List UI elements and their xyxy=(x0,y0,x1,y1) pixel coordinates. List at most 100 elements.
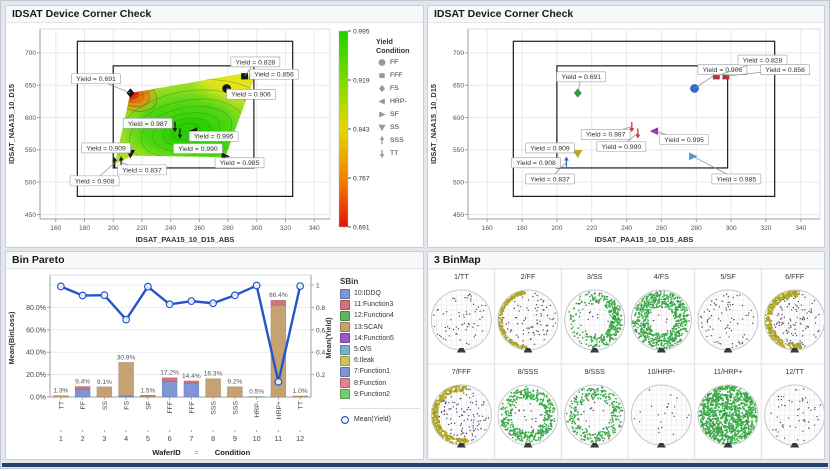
svg-text:1.0%: 1.0% xyxy=(293,388,308,395)
scatter-plot[interactable]: 1601802002202402602803003203404505005506… xyxy=(428,23,824,245)
svg-text:Yield = 0.691: Yield = 0.691 xyxy=(561,74,601,81)
svg-text:9.2%: 9.2% xyxy=(227,379,242,386)
legend-item-SSS[interactable]: SSS xyxy=(376,134,422,146)
sbin-item-6:Ileak[interactable]: 6:Ileak xyxy=(340,355,420,366)
svg-text:280: 280 xyxy=(223,225,234,232)
svg-text:160: 160 xyxy=(50,225,61,232)
svg-text:HRP-: HRP- xyxy=(254,401,261,418)
svg-text:Yield = 0.908: Yield = 0.908 xyxy=(75,178,115,185)
sbin-item-9:Function2[interactable]: 9:Function2 xyxy=(340,389,420,400)
svg-text:Yield = 0.828: Yield = 0.828 xyxy=(743,57,783,64)
svg-text:8: 8 xyxy=(211,434,215,443)
svg-text:FFF: FFF xyxy=(167,401,174,413)
sbin-item-12:Function4[interactable]: 12:Function4 xyxy=(340,310,420,321)
arrow-up-icon xyxy=(376,135,390,146)
svg-text:Yield = 0.995: Yield = 0.995 xyxy=(194,134,234,141)
circle-icon xyxy=(376,57,390,68)
sbin-item-8:Function[interactable]: 8:Function xyxy=(340,378,420,389)
panel-corner-scatter: IDSAT Device Corner Check 16018020022024… xyxy=(427,5,825,248)
svg-text:=: = xyxy=(194,450,198,457)
svg-text:SF: SF xyxy=(145,401,152,410)
legend-item-SF[interactable]: SF xyxy=(376,108,422,120)
diamond-icon xyxy=(376,83,390,94)
sbin-swatch xyxy=(340,322,350,332)
wafer-binmap-grid[interactable]: 1/TT2/FF3/SS4/FS5/SF6/FFF7/FFF8/SSS9/SSS… xyxy=(428,269,824,459)
svg-text:240: 240 xyxy=(621,225,632,232)
arrow-down-icon xyxy=(376,148,390,159)
svg-text:7: 7 xyxy=(189,434,193,443)
contour-plot[interactable]: 1601802002202402602803003203404505005506… xyxy=(6,23,336,245)
legend-title-2: Condition xyxy=(376,46,422,55)
svg-text:0.5%: 0.5% xyxy=(249,388,264,395)
sbin-item-5:O/S[interactable]: 5:O/S xyxy=(340,344,420,355)
svg-text:550: 550 xyxy=(453,147,464,154)
svg-text:IDSAT_PAA15_10_D15_ABS: IDSAT_PAA15_10_D15_ABS xyxy=(595,235,694,244)
svg-text:220: 220 xyxy=(586,225,597,232)
svg-text:2: 2 xyxy=(81,434,85,443)
legend-item-FS[interactable]: FS xyxy=(376,82,422,94)
svg-text:260: 260 xyxy=(656,225,667,232)
panel-title: Bin Pareto xyxy=(6,252,423,269)
legend-item-label: FS xyxy=(390,85,399,92)
sbin-item-13:SCAN[interactable]: 13:SCAN xyxy=(340,322,420,333)
sbin-item-10:IDDQ[interactable]: 10:IDDQ xyxy=(340,288,420,299)
svg-text:FS: FS xyxy=(124,401,131,410)
svg-text:IDSAT_NAA15_10_D15: IDSAT_NAA15_10_D15 xyxy=(7,84,16,164)
svg-text:17.2%: 17.2% xyxy=(160,370,179,377)
sbin-item-label: 10:IDDQ xyxy=(354,290,381,297)
x-axis-labels: TTFFSSFSSFFFFFFFSSSSSSHRP-HRP+TT12345678… xyxy=(58,397,304,443)
mean-yield-legend[interactable]: Mean(Yield) xyxy=(340,408,420,426)
legend-item-FFF[interactable]: FFF xyxy=(376,69,422,81)
yield-condition-legend: Yield Condition FFFFFFSHRP-SFSSSSSTT xyxy=(376,23,422,247)
legend-item-SS[interactable]: SS xyxy=(376,121,422,133)
wafer-8/SSS: 8/SSS xyxy=(495,364,562,459)
panel-bin-pareto: Bin Pareto 0.0%20.0%40.0%60.0%80.0%0.20.… xyxy=(5,251,424,460)
svg-text:Yield = 0.691: Yield = 0.691 xyxy=(76,76,116,83)
svg-text:Mean(Yield): Mean(Yield) xyxy=(324,317,333,359)
svg-text:450: 450 xyxy=(453,212,464,219)
panel-binmap: 3 BinMap 1/TT2/FF3/SS4/FS5/SF6/FFF7/FFF8… xyxy=(427,251,825,460)
wafer-10/HRP-: 10/HRP- xyxy=(628,364,695,459)
sbin-swatch xyxy=(340,289,350,299)
svg-text:Condition: Condition xyxy=(215,448,251,457)
svg-text:Yield = 0.985: Yield = 0.985 xyxy=(717,176,757,183)
svg-text:5/SF: 5/SF xyxy=(720,272,736,281)
svg-text:Yield = 0.987: Yield = 0.987 xyxy=(128,121,168,128)
svg-text:IDSAT_PAA15_10_D15_ABS: IDSAT_PAA15_10_D15_ABS xyxy=(136,235,235,244)
sbin-swatch xyxy=(340,311,350,321)
sbin-item-14:Function5[interactable]: 14:Function5 xyxy=(340,333,420,344)
window-bottom-bar xyxy=(2,463,828,467)
mean-yield-label: Mean(Yield) xyxy=(354,416,391,423)
wafer-5/SF: 5/SF xyxy=(695,269,762,364)
sbin-swatch xyxy=(340,356,350,366)
svg-text:0.995: 0.995 xyxy=(353,28,370,35)
svg-text:9/SSS: 9/SSS xyxy=(584,367,605,376)
sbin-swatch xyxy=(340,378,350,388)
svg-text:550: 550 xyxy=(25,147,36,154)
svg-text:6/FFF: 6/FFF xyxy=(785,272,805,281)
sbin-item-label: 12:Function4 xyxy=(354,312,394,319)
svg-text:10: 10 xyxy=(253,434,261,443)
triangle-down-icon xyxy=(376,122,390,133)
svg-text:FF: FF xyxy=(80,401,87,409)
wafer-1/TT: 1/TT xyxy=(428,269,495,364)
svg-text:2/FF: 2/FF xyxy=(521,272,536,281)
svg-text:3/SS: 3/SS xyxy=(587,272,603,281)
svg-text:Mean(BinLoss): Mean(BinLoss) xyxy=(7,311,16,365)
legend-item-FF[interactable]: FF xyxy=(376,56,422,68)
square-icon xyxy=(376,70,390,81)
svg-text:20.0%: 20.0% xyxy=(26,372,46,379)
svg-text:Yield = 0.909: Yield = 0.909 xyxy=(530,145,570,152)
legend-item-TT[interactable]: TT xyxy=(376,147,422,159)
bin-pareto-chart[interactable]: 0.0%20.0%40.0%60.0%80.0%0.20.40.60.81Mea… xyxy=(6,269,336,460)
sbin-item-11:Function3[interactable]: 11:Function3 xyxy=(340,299,420,310)
svg-text:200: 200 xyxy=(551,225,562,232)
svg-text:FFF: FFF xyxy=(189,401,196,413)
svg-text:WaferID: WaferID xyxy=(152,448,181,457)
svg-text:320: 320 xyxy=(280,225,291,232)
sbin-legend: SBin 10:IDDQ11:Function312:Function413:S… xyxy=(336,269,422,460)
legend-item-HRP-[interactable]: HRP- xyxy=(376,95,422,107)
sbin-item-7:Function1[interactable]: 7:Function1 xyxy=(340,366,420,377)
svg-text:TT: TT xyxy=(298,401,305,409)
sbin-swatch xyxy=(340,333,350,343)
